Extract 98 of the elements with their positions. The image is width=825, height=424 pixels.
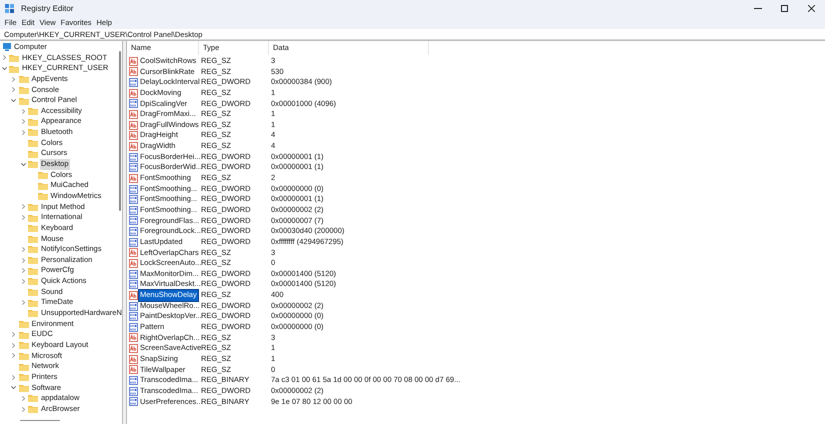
close-icon bbox=[808, 5, 815, 12]
binary-value-icon bbox=[129, 397, 138, 406]
folder-icon bbox=[38, 171, 48, 179]
string-value-icon bbox=[129, 174, 138, 183]
folder-icon bbox=[28, 139, 38, 148]
expand-chevron-icon[interactable] bbox=[12, 87, 15, 92]
expand-chevron-icon[interactable] bbox=[12, 353, 15, 358]
folder-icon bbox=[9, 64, 19, 73]
expand-chevron-icon[interactable] bbox=[12, 76, 15, 82]
folder-icon bbox=[28, 107, 38, 116]
expand-chevron-icon[interactable] bbox=[12, 374, 15, 380]
folder-icon bbox=[18, 320, 28, 328]
expand-chevron-icon[interactable] bbox=[22, 204, 24, 210]
expand-chevron-icon[interactable] bbox=[22, 246, 24, 252]
binary-value-icon bbox=[129, 78, 138, 88]
folder-icon bbox=[18, 341, 28, 350]
binary-value-icon bbox=[129, 152, 138, 162]
folder-icon bbox=[28, 245, 38, 254]
folder-icon bbox=[28, 309, 38, 318]
collapse-chevron-icon[interactable] bbox=[11, 386, 16, 390]
app-icon bbox=[5, 4, 15, 14]
folder-icon bbox=[28, 150, 38, 158]
folder-icon bbox=[28, 298, 38, 307]
string-value-icon bbox=[129, 333, 138, 342]
folder-icon bbox=[28, 234, 38, 243]
string-value-icon bbox=[129, 142, 138, 151]
binary-value-icon bbox=[129, 227, 138, 236]
expand-chevron-icon[interactable] bbox=[2, 55, 6, 60]
expand-chevron-icon[interactable] bbox=[22, 119, 24, 124]
expand-chevron-icon[interactable] bbox=[22, 396, 24, 401]
scrollbar-thumb[interactable] bbox=[119, 51, 121, 211]
binary-value-icon bbox=[129, 386, 138, 396]
folder-icon bbox=[28, 394, 38, 402]
maximize-icon bbox=[781, 5, 788, 12]
folder-icon bbox=[18, 362, 28, 371]
folder-icon bbox=[18, 384, 28, 392]
folder-icon bbox=[28, 256, 38, 264]
expand-chevron-icon[interactable] bbox=[22, 130, 24, 135]
binary-value-icon bbox=[129, 238, 138, 247]
expand-chevron-icon[interactable] bbox=[22, 268, 24, 274]
expand-chevron-icon[interactable] bbox=[12, 342, 15, 348]
string-value-icon bbox=[129, 365, 138, 374]
string-value-icon bbox=[129, 131, 138, 140]
string-value-icon bbox=[129, 110, 138, 120]
binary-value-icon bbox=[129, 302, 138, 311]
folder-icon bbox=[28, 202, 38, 211]
folder-icon bbox=[28, 224, 38, 232]
expand-chevron-icon[interactable] bbox=[22, 108, 24, 114]
folder-icon bbox=[28, 405, 38, 414]
folder-icon bbox=[28, 160, 38, 168]
string-value-icon bbox=[129, 120, 138, 130]
string-value-icon bbox=[129, 290, 138, 300]
string-value-icon bbox=[129, 354, 138, 364]
binary-value-icon bbox=[129, 99, 138, 108]
folder-icon bbox=[28, 128, 38, 136]
binary-value-icon bbox=[129, 322, 138, 332]
binary-value-icon bbox=[129, 195, 138, 204]
folder-icon bbox=[28, 118, 38, 126]
folder-icon bbox=[38, 182, 48, 190]
string-value-icon bbox=[129, 248, 138, 258]
expand-chevron-icon[interactable] bbox=[22, 215, 24, 220]
string-value-icon bbox=[129, 344, 138, 354]
folder-icon bbox=[18, 330, 28, 339]
binary-value-icon bbox=[129, 376, 138, 386]
binary-value-icon bbox=[129, 184, 138, 194]
string-value-icon bbox=[129, 67, 138, 76]
folder-icon bbox=[9, 54, 19, 62]
binary-value-icon bbox=[129, 216, 138, 226]
expand-chevron-icon[interactable] bbox=[22, 258, 24, 263]
collapse-chevron-icon[interactable] bbox=[2, 67, 6, 70]
binary-value-icon bbox=[129, 312, 138, 322]
expand-chevron-icon[interactable] bbox=[22, 300, 24, 306]
scrollbar-thumb[interactable] bbox=[20, 420, 60, 421]
folder-icon bbox=[18, 96, 28, 105]
collapse-chevron-icon[interactable] bbox=[20, 162, 26, 166]
window-title: Registry Editor bbox=[21, 2, 74, 14]
collapse-chevron-icon[interactable] bbox=[11, 99, 16, 102]
folder-icon bbox=[18, 373, 28, 382]
folder-icon bbox=[38, 192, 48, 200]
folder-icon bbox=[18, 75, 28, 84]
binary-value-icon bbox=[129, 206, 138, 215]
binary-value-icon bbox=[129, 163, 138, 172]
binary-value-icon bbox=[129, 280, 138, 290]
folder-icon bbox=[18, 352, 28, 360]
binary-value-icon bbox=[129, 270, 138, 279]
folder-icon bbox=[28, 288, 38, 296]
expand-chevron-icon[interactable] bbox=[22, 406, 24, 412]
minimize-icon bbox=[754, 8, 762, 9]
expand-chevron-icon[interactable] bbox=[12, 332, 15, 338]
string-value-icon bbox=[129, 88, 138, 98]
string-value-icon bbox=[129, 259, 138, 268]
folder-icon bbox=[28, 214, 38, 222]
folder-icon bbox=[28, 266, 38, 275]
expand-chevron-icon[interactable] bbox=[22, 278, 24, 284]
folder-icon bbox=[28, 277, 38, 286]
computer-icon bbox=[3, 43, 11, 52]
folder-icon bbox=[18, 86, 28, 94]
string-value-icon bbox=[129, 56, 138, 66]
